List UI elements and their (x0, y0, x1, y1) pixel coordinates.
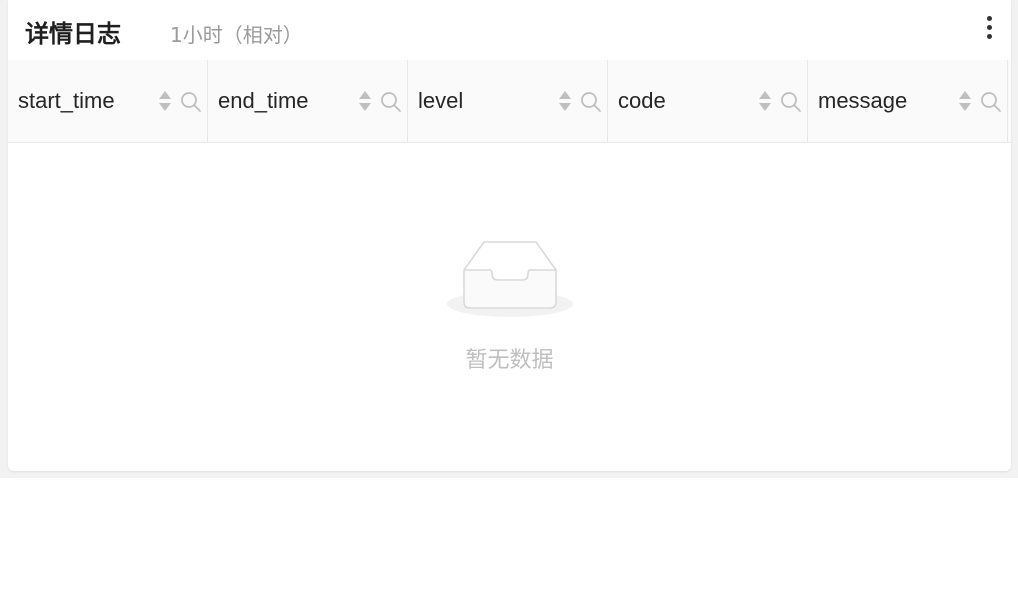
detail-log-panel: 详情日志 1小时（相对） start_time end_time level c… (8, 0, 1011, 471)
column-header-message[interactable]: message (808, 60, 1008, 142)
column-label: code (618, 88, 666, 113)
search-icon[interactable] (180, 91, 202, 113)
column-label: end_time (218, 88, 309, 113)
column-header-level[interactable]: level (408, 60, 608, 142)
sort-icon[interactable] (558, 89, 572, 113)
column-header-end-time[interactable]: end_time (208, 60, 408, 142)
column-header-code[interactable]: code (608, 60, 808, 142)
sort-icon[interactable] (158, 89, 172, 113)
lower-area (0, 478, 1018, 608)
empty-inbox-icon (447, 241, 573, 317)
search-icon[interactable] (380, 91, 402, 113)
search-icon[interactable] (980, 91, 1002, 113)
empty-state: 暂无数据 (8, 142, 1011, 471)
panel-header: 详情日志 1小时（相对） (8, 0, 1011, 60)
column-label: level (418, 88, 464, 113)
more-vertical-icon[interactable] (979, 12, 999, 42)
search-icon[interactable] (580, 91, 602, 113)
sort-icon[interactable] (958, 89, 972, 113)
time-range-label[interactable]: 1小时（相对） (170, 19, 303, 48)
column-label: message (818, 88, 908, 113)
empty-text: 暂无数据 (465, 348, 554, 373)
table-header: start_time end_time level code message (8, 60, 1011, 143)
column-header-start-time[interactable]: start_time (8, 60, 208, 142)
column-label: start_time (18, 88, 115, 113)
panel-title: 详情日志 (25, 20, 121, 48)
sort-icon[interactable] (358, 89, 372, 113)
sort-icon[interactable] (758, 89, 772, 113)
search-icon[interactable] (780, 91, 802, 113)
